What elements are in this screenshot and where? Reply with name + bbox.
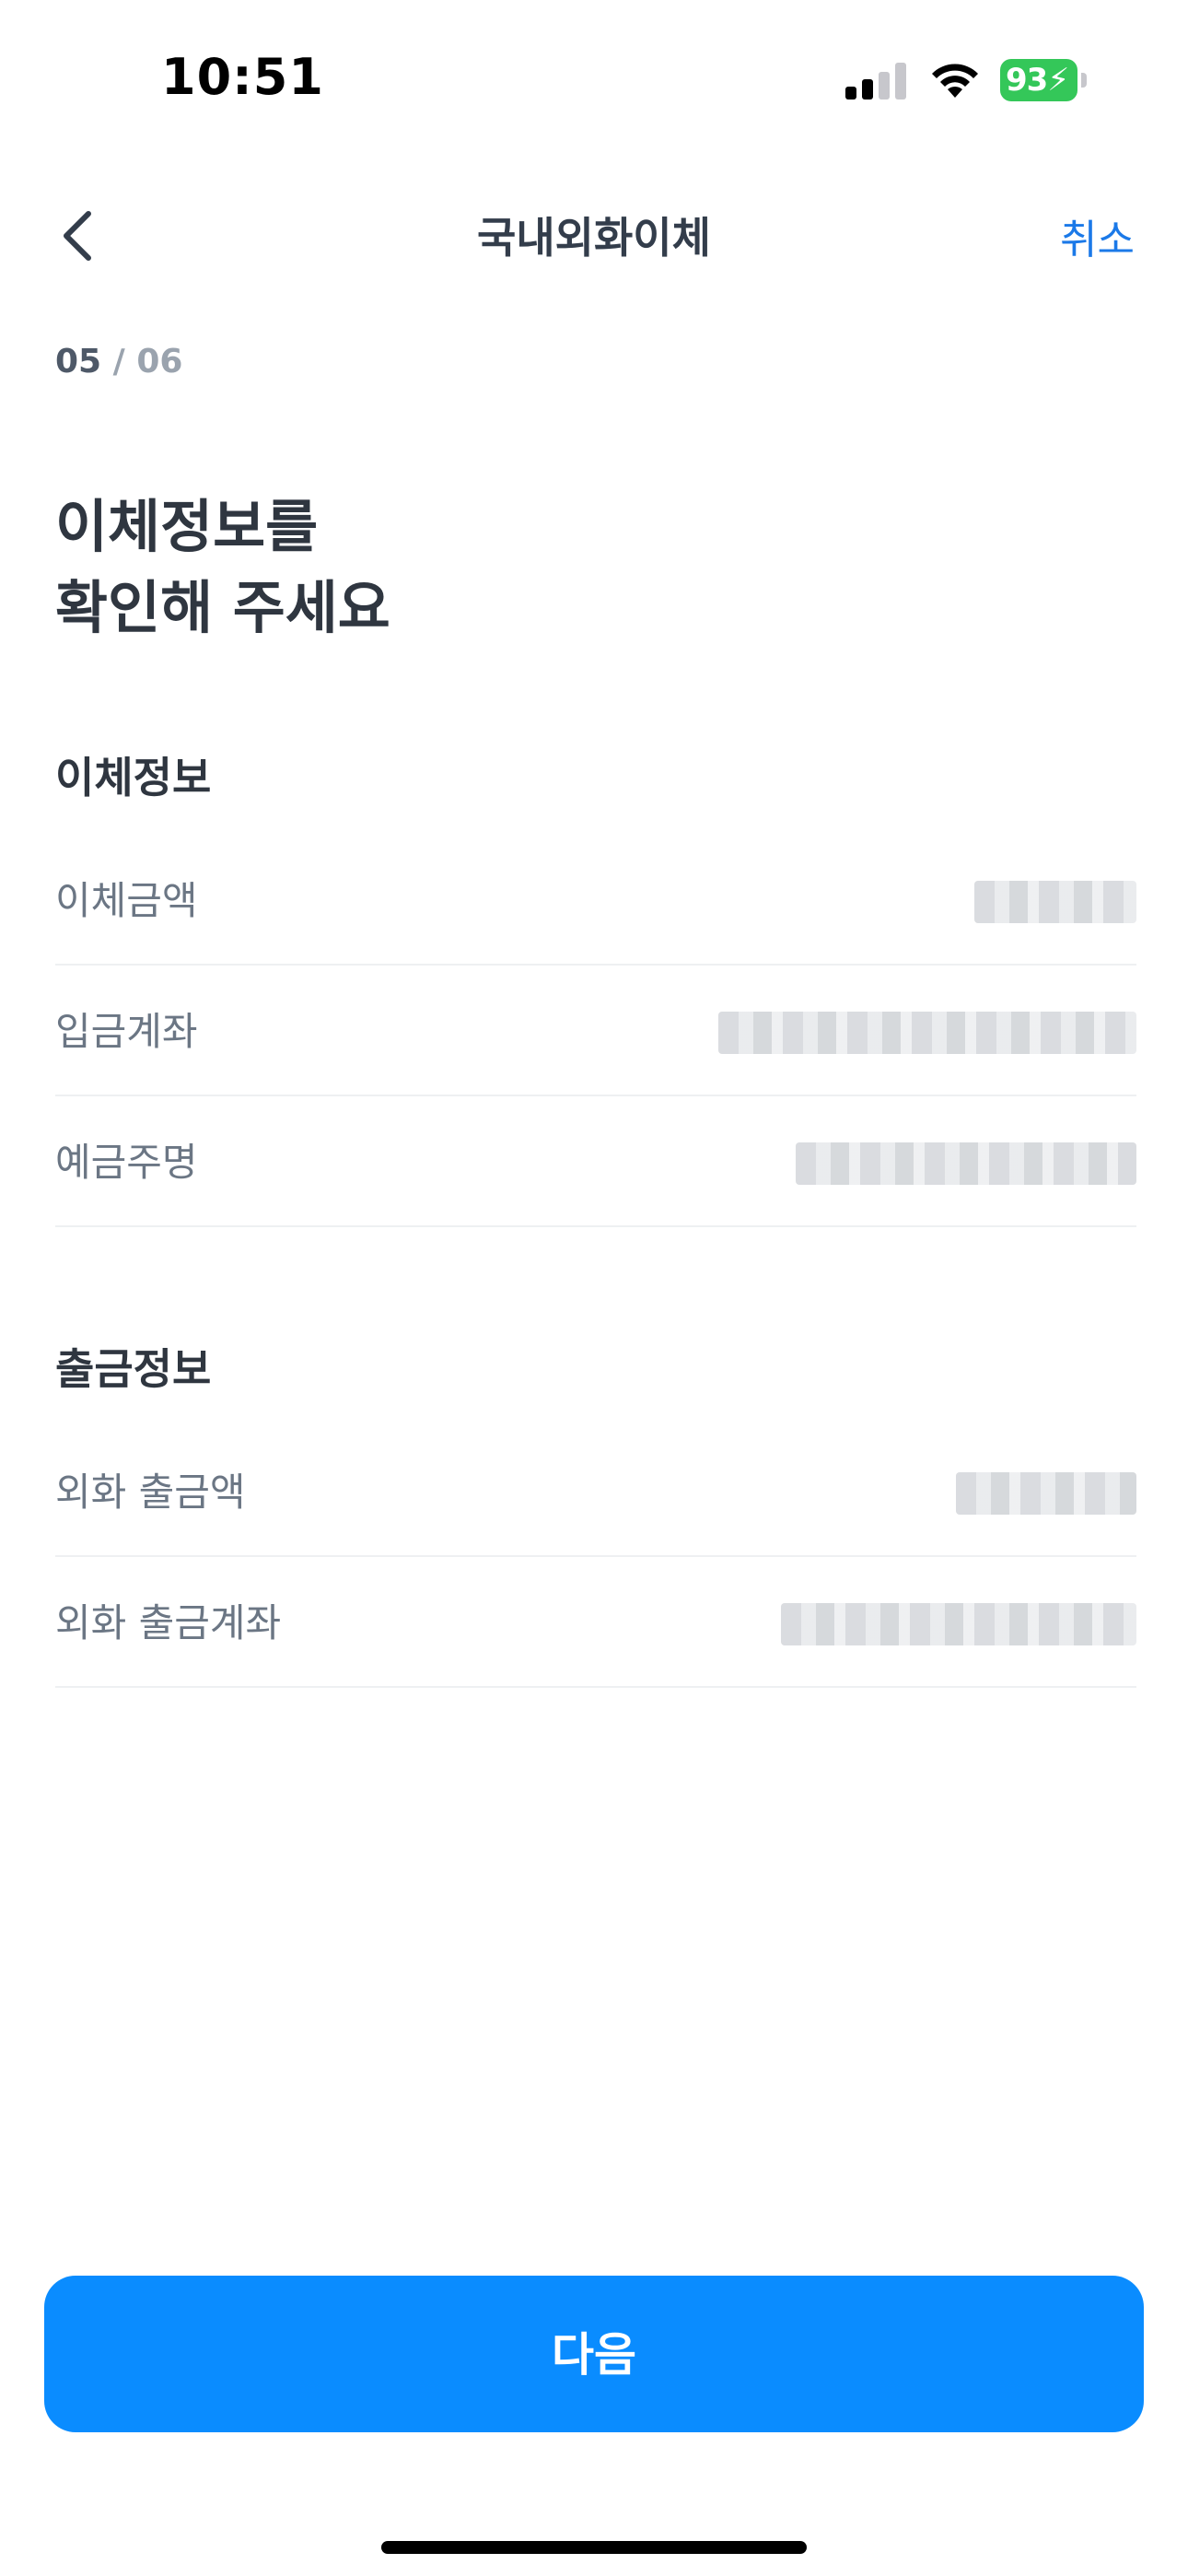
battery-icon: 93⚡	[1000, 59, 1090, 101]
info-row-deposit-account: 입금계좌	[55, 967, 1136, 1096]
info-row-label: 외화 출금액	[55, 1469, 246, 1515]
headline-line-1: 이체정보를	[55, 493, 319, 560]
withdrawal-info-title: 출금정보	[55, 1344, 212, 1394]
account-holder-value	[796, 1142, 1136, 1185]
info-row-label: 이체금액	[55, 878, 198, 923]
cancel-button[interactable]: 취소	[1060, 206, 1135, 265]
info-row-label: 입금계좌	[55, 1009, 198, 1054]
deposit-account-value	[718, 1012, 1136, 1054]
transfer-info-title: 이체정보	[55, 753, 212, 802]
info-row-label: 예금주명	[55, 1140, 198, 1185]
info-row-label: 외화 출금계좌	[55, 1600, 282, 1645]
cellular-signal-icon	[845, 63, 906, 100]
divider	[55, 1225, 1136, 1227]
next-button[interactable]: 다음	[44, 2276, 1144, 2432]
step-separator: /	[101, 343, 137, 381]
headline-line-2: 확인해 주세요	[55, 574, 390, 641]
divider	[55, 964, 1136, 966]
divider	[55, 1686, 1136, 1688]
home-indicator	[381, 2541, 807, 2554]
headline: 이체정보를 확인해 주세요	[55, 486, 390, 649]
step-current: 05	[55, 343, 102, 381]
status-time: 10:51	[161, 48, 324, 106]
info-row-transfer-amount: 이체금액	[55, 837, 1136, 966]
step-total: 06	[136, 343, 183, 381]
battery-level: 93	[1006, 62, 1048, 99]
step-indicator: 05 / 06	[55, 343, 182, 381]
fx-withdrawal-account-value	[781, 1603, 1136, 1645]
info-row-fx-withdrawal-amount: 외화 출금액	[55, 1428, 1136, 1557]
fx-withdrawal-amount-value	[956, 1472, 1136, 1515]
transfer-amount-value	[974, 881, 1136, 923]
divider	[55, 1095, 1136, 1096]
info-row-account-holder: 예금주명	[55, 1098, 1136, 1227]
divider	[55, 1555, 1136, 1557]
wifi-icon	[932, 64, 978, 98]
info-row-fx-withdrawal-account: 외화 출금계좌	[55, 1559, 1136, 1688]
page-title: 국내외화이체	[477, 213, 711, 263]
